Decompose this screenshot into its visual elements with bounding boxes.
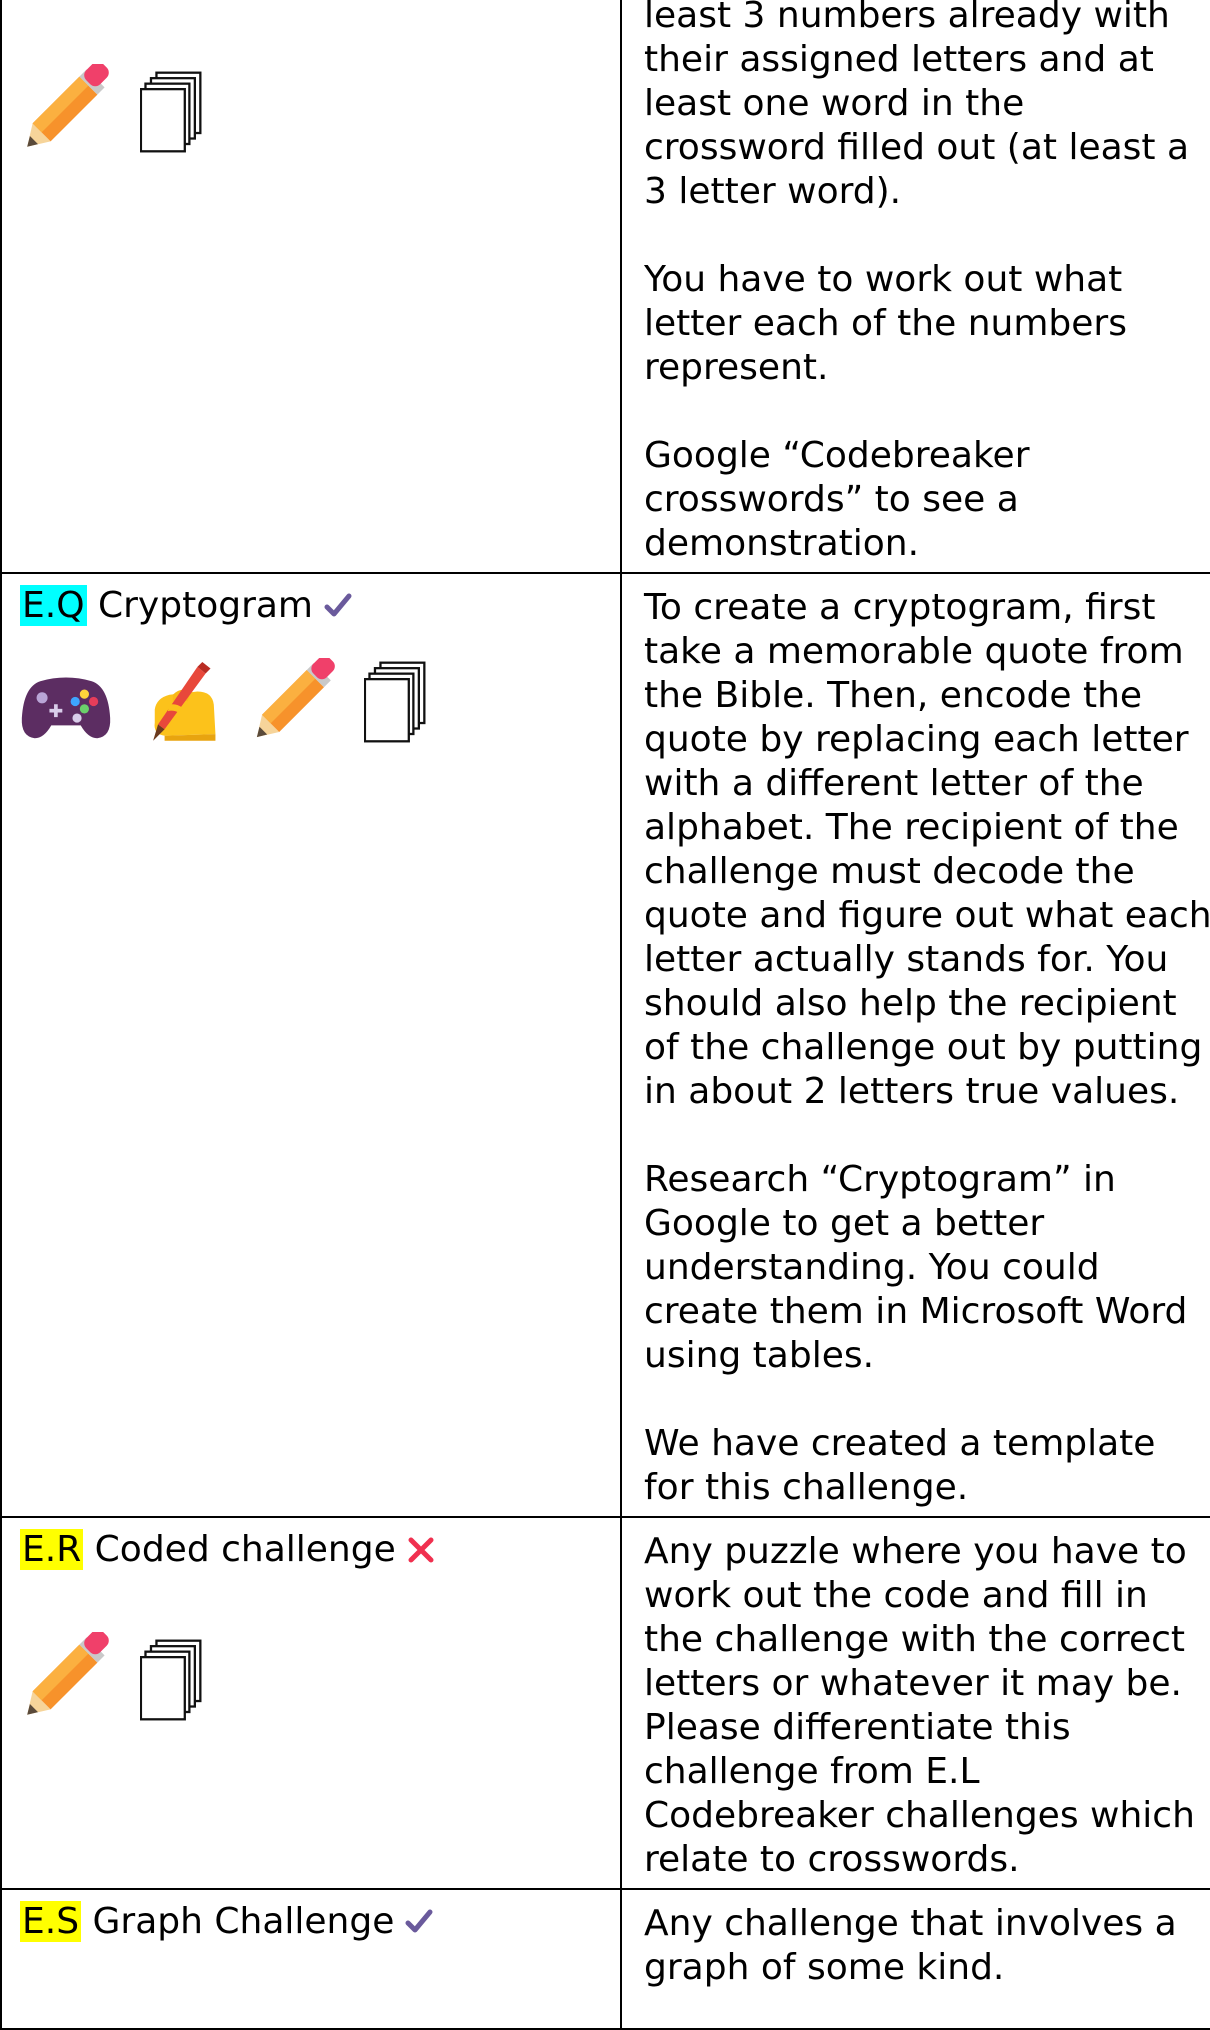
description-paragraph: least 3 numbers already with their assig… — [644, 0, 1190, 212]
description-cell: least 3 numbers already with their assig… — [620, 0, 1210, 574]
cross-icon — [406, 1535, 436, 1565]
challenge-code: E.R — [20, 1529, 84, 1570]
challenge-code: E.Q — [20, 585, 87, 626]
challenge-title: E.S Graph Challenge — [20, 1900, 602, 1944]
description-cell: Any challenge that involves a graph of s… — [620, 1888, 1210, 2030]
pencil-icon — [250, 658, 336, 744]
challenge-name: Coded challenge — [94, 1529, 396, 1570]
game-controller-icon — [20, 670, 112, 744]
challenge-cell — [0, 0, 622, 574]
challenge-name: Cryptogram — [97, 585, 313, 626]
challenge-cell: E.R Coded challenge — [0, 1516, 622, 1890]
description-paragraph: Any challenge that involves a graph of s… — [644, 1903, 1177, 1988]
description-paragraph: We have created a template for this chal… — [644, 1423, 1156, 1508]
description-paragraph: Research “Cryptogram” in Google to get a… — [644, 1159, 1188, 1376]
description-paragraph: Any puzzle where you have to work out th… — [644, 1531, 1195, 1880]
description-cell: Any puzzle where you have to work out th… — [620, 1516, 1210, 1890]
challenge-title: E.R Coded challenge — [20, 1528, 602, 1572]
documents-icon — [140, 70, 204, 154]
challenge-code: E.S — [20, 1901, 82, 1942]
table-row: E.Q Cryptogram To create a cryptogram, f… — [0, 572, 1210, 1518]
documents-icon — [364, 660, 428, 744]
challenge-title: E.Q Cryptogram — [20, 584, 602, 628]
pencil-icon — [20, 1632, 110, 1722]
table-row: E.R Coded challenge Any puzzle where you… — [0, 1516, 1210, 1890]
writing-hand-icon — [140, 662, 222, 744]
table-row: E.S Graph Challenge Any challenge that i… — [0, 1888, 1210, 2030]
description-paragraph: You have to work out what letter each of… — [644, 259, 1127, 388]
challenges-table: least 3 numbers already with their assig… — [0, 0, 1210, 2030]
check-icon — [404, 1907, 434, 1937]
description-paragraph: Google “Codebreaker crosswords” to see a… — [644, 435, 1030, 564]
challenge-cell: E.S Graph Challenge — [0, 1888, 622, 2030]
challenge-cell: E.Q Cryptogram — [0, 572, 622, 1518]
check-icon — [323, 591, 353, 621]
challenge-name: Graph Challenge — [92, 1901, 395, 1942]
pencil-icon — [20, 64, 110, 154]
table-row: least 3 numbers already with their assig… — [0, 0, 1210, 574]
description-paragraph: To create a cryptogram, first take a mem… — [644, 587, 1210, 1112]
description-cell: To create a cryptogram, first take a mem… — [620, 572, 1210, 1518]
documents-icon — [140, 1638, 204, 1722]
